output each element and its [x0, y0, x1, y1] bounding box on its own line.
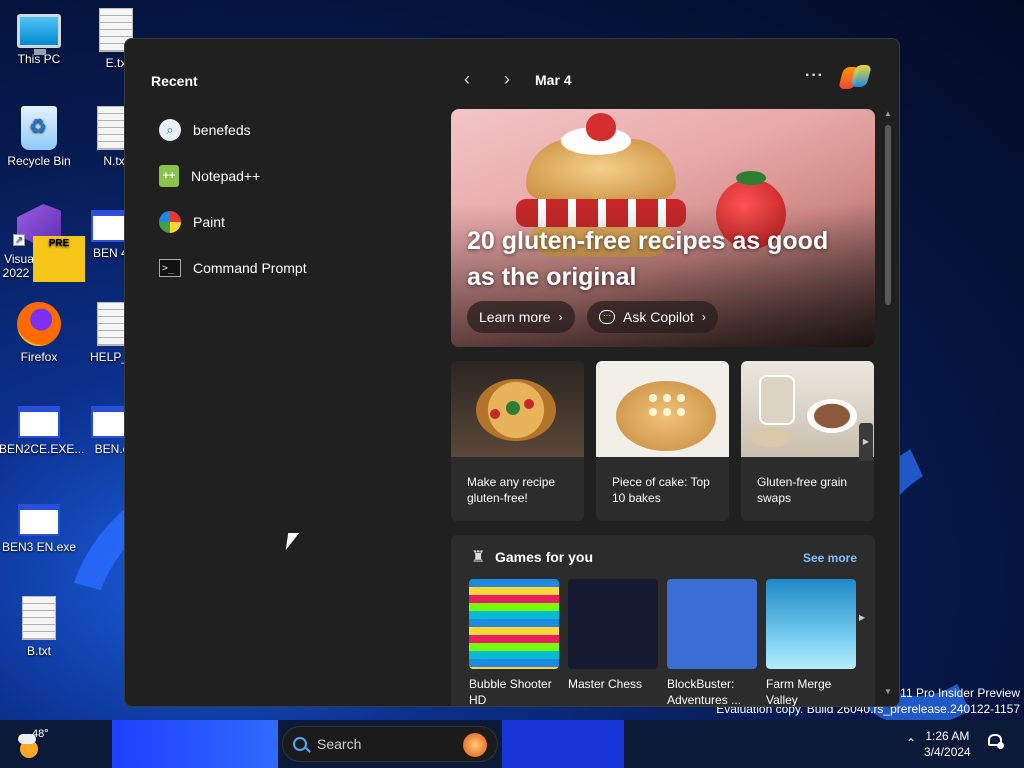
desktop-icon-ben2ce[interactable]: BEN2CE.EXE...	[0, 400, 85, 456]
chat-bubble-icon: ···	[599, 310, 615, 324]
games-next-button[interactable]: ▶	[859, 613, 865, 622]
tray-chevron-icon[interactable]: ⌃	[906, 736, 916, 750]
exe-file-icon	[18, 504, 60, 536]
notepadpp-icon: ++	[159, 165, 179, 187]
game-thumbnail	[568, 579, 658, 669]
clock-date: 3/4/2024	[924, 745, 971, 759]
chess-piece-icon: ♜	[471, 549, 486, 566]
taskbar-app-slot[interactable]	[502, 720, 624, 768]
build-watermark-line1: s 11 Pro Insider Preview	[890, 686, 1020, 700]
desktop-icon-label: Recycle Bin	[7, 154, 71, 168]
recent-item-label: benefeds	[193, 122, 251, 138]
chevron-right-icon: ›	[504, 69, 510, 89]
learn-more-button[interactable]: Learn more ›	[467, 301, 575, 333]
recent-heading: Recent	[151, 73, 198, 89]
scroll-thumb[interactable]	[885, 125, 891, 305]
recent-item-benefeds[interactable]: ⌕ benefeds	[159, 107, 419, 153]
scroll-up-icon[interactable]: ▲	[883, 109, 893, 118]
desktop-icon-b-txt[interactable]: B.txt	[0, 596, 79, 658]
game-thumbnail	[469, 579, 559, 669]
search-icon: ⌕	[159, 119, 181, 141]
chevron-left-icon: ‹	[464, 69, 470, 89]
search-highlight-icon	[463, 733, 487, 757]
recent-item-command-prompt[interactable]: >_ Command Prompt	[159, 245, 419, 291]
start-menu: Recent ⌕ benefeds ++ Notepad++ Paint >_ …	[124, 38, 900, 707]
copilot-icon[interactable]	[838, 63, 872, 93]
triangle-right-icon: ▶	[862, 437, 870, 446]
feed-date: Mar 4	[535, 72, 572, 88]
desktop-icon-firefox[interactable]: Firefox	[0, 302, 79, 364]
feed-scrollbar[interactable]: ▲ ▼	[883, 109, 893, 699]
grain-image	[741, 361, 874, 457]
article-caption: Make any recipe gluten-free!	[467, 475, 556, 505]
game-thumbnail	[766, 579, 856, 669]
article-card-grain[interactable]: Gluten-free grain swaps	[741, 361, 874, 521]
see-more-link[interactable]: See more	[803, 551, 857, 565]
firefox-icon	[17, 302, 61, 346]
chevron-right-icon: ›	[558, 310, 563, 324]
games-title: Games for you	[495, 549, 594, 565]
game-name: BlockBuster: Adventures ...	[667, 677, 742, 707]
ellipsis-icon: ···	[805, 67, 824, 84]
paint-icon	[159, 211, 181, 233]
desktop-icon-label: BEN2CE.EXE...	[0, 442, 85, 456]
recent-item-label: Notepad++	[191, 168, 261, 184]
search-placeholder: Search	[317, 736, 362, 752]
cards-next-button[interactable]: ▶	[859, 423, 873, 461]
taskbar-app-slot[interactable]	[112, 720, 278, 768]
recent-item-notepadpp[interactable]: ++ Notepad++	[159, 153, 419, 199]
ask-copilot-label: Ask Copilot	[623, 309, 694, 325]
recent-item-label: Command Prompt	[193, 260, 307, 276]
game-name: Master Chess	[568, 677, 643, 691]
desktop-icon-ben3-en[interactable]: BEN3 EN.exe	[0, 498, 79, 554]
hero-article-card[interactable]: 20 gluten-free recipes as good as the or…	[451, 109, 875, 347]
desktop-icon-visual-studio[interactable]: PRE ↗ Visual Studio 2022 Preview	[0, 204, 85, 282]
article-card-cake[interactable]: Piece of cake: Top 10 bakes	[596, 361, 729, 521]
clock-time: 1:26 AM	[925, 729, 970, 743]
article-caption: Piece of cake: Top 10 bakes	[612, 475, 710, 505]
game-tile-bubble-shooter[interactable]: Bubble Shooter HD	[469, 579, 559, 707]
desktop-icon-label: Firefox	[20, 350, 58, 364]
taskbar: 48° Search ⌃ 1:26 AM 3/4/2024	[0, 720, 1024, 768]
game-tile-master-chess[interactable]: Master Chess	[568, 579, 658, 692]
exe-file-icon	[18, 406, 60, 438]
taskbar-search-box[interactable]: Search	[282, 726, 498, 762]
desktop-icon-this-pc[interactable]: This PC	[0, 8, 79, 66]
previous-day-button[interactable]: ‹	[455, 69, 479, 91]
ask-copilot-button[interactable]: ··· Ask Copilot ›	[587, 301, 718, 333]
cake-image	[596, 361, 729, 457]
game-tile-blockbuster[interactable]: BlockBuster: Adventures ...	[667, 579, 757, 707]
next-day-button[interactable]: ›	[495, 69, 519, 91]
game-thumbnail	[667, 579, 757, 669]
monitor-icon	[17, 14, 61, 55]
desktop-icon-label: BEN3 EN.exe	[1, 540, 77, 554]
scroll-down-icon[interactable]: ▼	[883, 687, 893, 696]
learn-more-label: Learn more	[479, 309, 551, 325]
pizza-image	[451, 361, 584, 457]
recent-list: ⌕ benefeds ++ Notepad++ Paint >_ Command…	[159, 107, 419, 291]
article-card-pizza[interactable]: Make any recipe gluten-free!	[451, 361, 584, 521]
text-file-icon	[22, 596, 56, 640]
recycle-bin-icon	[21, 106, 57, 150]
weather-temperature: 48°	[32, 728, 49, 740]
games-section: ♜ Games for you See more Bubble Shooter …	[451, 535, 875, 707]
desktop-icon-label: B.txt	[26, 644, 51, 658]
article-caption: Gluten-free grain swaps	[757, 475, 848, 505]
notification-bell-icon[interactable]	[988, 734, 1004, 750]
recent-item-paint[interactable]: Paint	[159, 199, 419, 245]
search-icon	[293, 737, 307, 751]
game-tile-farm-merge[interactable]: Farm Merge Valley	[766, 579, 856, 707]
more-options-button[interactable]: ···	[805, 67, 824, 85]
cmd-icon: >_	[159, 259, 181, 277]
game-name: Bubble Shooter HD	[469, 677, 552, 707]
desktop-icon-recycle-bin[interactable]: Recycle Bin	[0, 106, 79, 168]
system-clock[interactable]: 1:26 AM 3/4/2024	[924, 728, 971, 760]
weather-widget[interactable]: 48°	[16, 728, 56, 760]
game-name: Farm Merge Valley	[766, 677, 832, 707]
chevron-right-icon: ›	[701, 310, 706, 324]
shortcut-arrow-icon: ↗	[13, 234, 25, 246]
hero-title: 20 gluten-free recipes as good as the or…	[467, 227, 829, 291]
recent-item-label: Paint	[193, 214, 225, 230]
